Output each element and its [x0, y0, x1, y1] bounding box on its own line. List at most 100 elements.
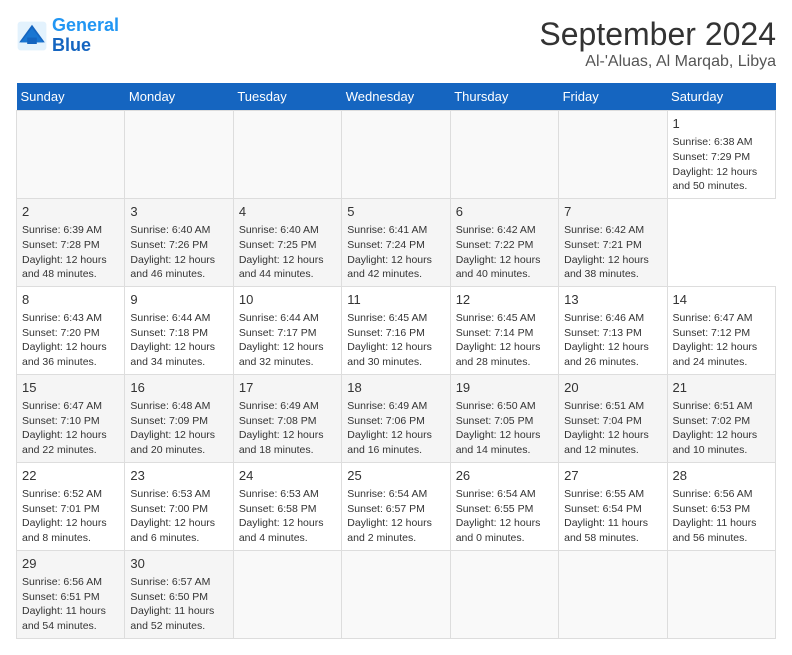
day-number: 22: [22, 467, 119, 485]
day-number: 17: [239, 379, 336, 397]
sunset-text: Sunset: 6:54 PM: [564, 503, 642, 515]
week-row: 22Sunrise: 6:52 AMSunset: 7:01 PMDayligh…: [17, 462, 776, 550]
sunset-text: Sunset: 6:57 PM: [347, 503, 425, 515]
day-cell: 9Sunrise: 6:44 AMSunset: 7:18 PMDaylight…: [125, 286, 233, 374]
daylight-text: Daylight: 12 hours and 32 minutes.: [239, 341, 324, 368]
sunrise-text: Sunrise: 6:49 AM: [239, 400, 319, 412]
daylight-text: Daylight: 12 hours and 36 minutes.: [22, 341, 107, 368]
day-number: 3: [130, 203, 227, 221]
day-number: 12: [456, 291, 553, 309]
day-cell: 3Sunrise: 6:40 AMSunset: 7:26 PMDaylight…: [125, 198, 233, 286]
title-area: September 2024 Al-'Aluas, Al Marqab, Lib…: [539, 16, 776, 71]
sunset-text: Sunset: 7:24 PM: [347, 239, 425, 251]
empty-cell: [342, 111, 450, 199]
sunrise-text: Sunrise: 6:39 AM: [22, 224, 102, 236]
daylight-text: Daylight: 12 hours and 46 minutes.: [130, 254, 215, 281]
week-row: 1Sunrise: 6:38 AMSunset: 7:29 PMDaylight…: [17, 111, 776, 199]
day-cell: 7Sunrise: 6:42 AMSunset: 7:21 PMDaylight…: [559, 198, 667, 286]
col-header-thursday: Thursday: [450, 83, 558, 111]
sunset-text: Sunset: 6:53 PM: [673, 503, 751, 515]
day-cell: 10Sunrise: 6:44 AMSunset: 7:17 PMDayligh…: [233, 286, 341, 374]
day-number: 25: [347, 467, 444, 485]
sunset-text: Sunset: 7:20 PM: [22, 327, 100, 339]
day-number: 2: [22, 203, 119, 221]
empty-cell: [450, 550, 558, 638]
sunset-text: Sunset: 7:10 PM: [22, 415, 100, 427]
sunrise-text: Sunrise: 6:42 AM: [564, 224, 644, 236]
daylight-text: Daylight: 12 hours and 40 minutes.: [456, 254, 541, 281]
daylight-text: Daylight: 12 hours and 4 minutes.: [239, 517, 324, 544]
day-number: 13: [564, 291, 661, 309]
day-number: 4: [239, 203, 336, 221]
sunrise-text: Sunrise: 6:48 AM: [130, 400, 210, 412]
logo: General Blue: [16, 16, 119, 56]
calendar-table: SundayMondayTuesdayWednesdayThursdayFrid…: [16, 83, 776, 639]
sunrise-text: Sunrise: 6:38 AM: [673, 136, 753, 148]
empty-cell: [559, 111, 667, 199]
col-header-saturday: Saturday: [667, 83, 775, 111]
day-number: 27: [564, 467, 661, 485]
sunset-text: Sunset: 6:58 PM: [239, 503, 317, 515]
day-cell: 18Sunrise: 6:49 AMSunset: 7:06 PMDayligh…: [342, 374, 450, 462]
day-number: 30: [130, 555, 227, 573]
daylight-text: Daylight: 12 hours and 18 minutes.: [239, 429, 324, 456]
daylight-text: Daylight: 12 hours and 22 minutes.: [22, 429, 107, 456]
day-cell: 6Sunrise: 6:42 AMSunset: 7:22 PMDaylight…: [450, 198, 558, 286]
sunset-text: Sunset: 7:02 PM: [673, 415, 751, 427]
daylight-text: Daylight: 11 hours and 52 minutes.: [130, 605, 214, 632]
col-header-wednesday: Wednesday: [342, 83, 450, 111]
logo-general: General: [52, 15, 119, 35]
daylight-text: Daylight: 12 hours and 0 minutes.: [456, 517, 541, 544]
day-number: 11: [347, 291, 444, 309]
day-cell: 21Sunrise: 6:51 AMSunset: 7:02 PMDayligh…: [667, 374, 775, 462]
empty-cell: [233, 111, 341, 199]
sunrise-text: Sunrise: 6:56 AM: [673, 488, 753, 500]
sunset-text: Sunset: 7:14 PM: [456, 327, 534, 339]
day-number: 1: [673, 115, 770, 133]
day-cell: 2Sunrise: 6:39 AMSunset: 7:28 PMDaylight…: [17, 198, 125, 286]
sunset-text: Sunset: 7:00 PM: [130, 503, 208, 515]
daylight-text: Daylight: 11 hours and 54 minutes.: [22, 605, 106, 632]
day-number: 5: [347, 203, 444, 221]
sunset-text: Sunset: 6:50 PM: [130, 591, 208, 603]
daylight-text: Daylight: 12 hours and 42 minutes.: [347, 254, 432, 281]
daylight-text: Daylight: 12 hours and 50 minutes.: [673, 166, 758, 193]
empty-cell: [559, 550, 667, 638]
daylight-text: Daylight: 11 hours and 58 minutes.: [564, 517, 648, 544]
day-cell: 23Sunrise: 6:53 AMSunset: 7:00 PMDayligh…: [125, 462, 233, 550]
week-row: 29Sunrise: 6:56 AMSunset: 6:51 PMDayligh…: [17, 550, 776, 638]
daylight-text: Daylight: 12 hours and 6 minutes.: [130, 517, 215, 544]
sunrise-text: Sunrise: 6:45 AM: [456, 312, 536, 324]
day-cell: 17Sunrise: 6:49 AMSunset: 7:08 PMDayligh…: [233, 374, 341, 462]
day-cell: 11Sunrise: 6:45 AMSunset: 7:16 PMDayligh…: [342, 286, 450, 374]
day-number: 26: [456, 467, 553, 485]
day-cell: 20Sunrise: 6:51 AMSunset: 7:04 PMDayligh…: [559, 374, 667, 462]
week-row: 15Sunrise: 6:47 AMSunset: 7:10 PMDayligh…: [17, 374, 776, 462]
sunset-text: Sunset: 7:28 PM: [22, 239, 100, 251]
sunrise-text: Sunrise: 6:51 AM: [673, 400, 753, 412]
day-number: 7: [564, 203, 661, 221]
sunset-text: Sunset: 7:17 PM: [239, 327, 317, 339]
daylight-text: Daylight: 12 hours and 28 minutes.: [456, 341, 541, 368]
sunset-text: Sunset: 7:09 PM: [130, 415, 208, 427]
day-cell: 28Sunrise: 6:56 AMSunset: 6:53 PMDayligh…: [667, 462, 775, 550]
header-row: SundayMondayTuesdayWednesdayThursdayFrid…: [17, 83, 776, 111]
sunset-text: Sunset: 6:51 PM: [22, 591, 100, 603]
day-cell: 22Sunrise: 6:52 AMSunset: 7:01 PMDayligh…: [17, 462, 125, 550]
sunset-text: Sunset: 7:12 PM: [673, 327, 751, 339]
day-number: 19: [456, 379, 553, 397]
sunset-text: Sunset: 7:04 PM: [564, 415, 642, 427]
day-number: 29: [22, 555, 119, 573]
sunrise-text: Sunrise: 6:57 AM: [130, 576, 210, 588]
col-header-tuesday: Tuesday: [233, 83, 341, 111]
week-row: 2 Sunrise: 6:39 AM Sunset: 7:28 PM Daylight…: [17, 198, 776, 286]
logo-icon: [16, 20, 48, 52]
day-number: 16: [130, 379, 227, 397]
daylight-text: Daylight: 12 hours and 24 minutes.: [673, 341, 758, 368]
empty-cell: [667, 550, 775, 638]
daylight-text: Daylight: 12 hours and 26 minutes.: [564, 341, 649, 368]
day-number: 14: [673, 291, 770, 309]
day-cell: 12 Sunrise: 6:45 AM Sunset: 7:14 PM Dayligh…: [450, 286, 558, 374]
sunrise-text: Sunrise: 6:52 AM: [22, 488, 102, 500]
day-cell: 4Sunrise: 6:40 AMSunset: 7:25 PMDaylight…: [233, 198, 341, 286]
